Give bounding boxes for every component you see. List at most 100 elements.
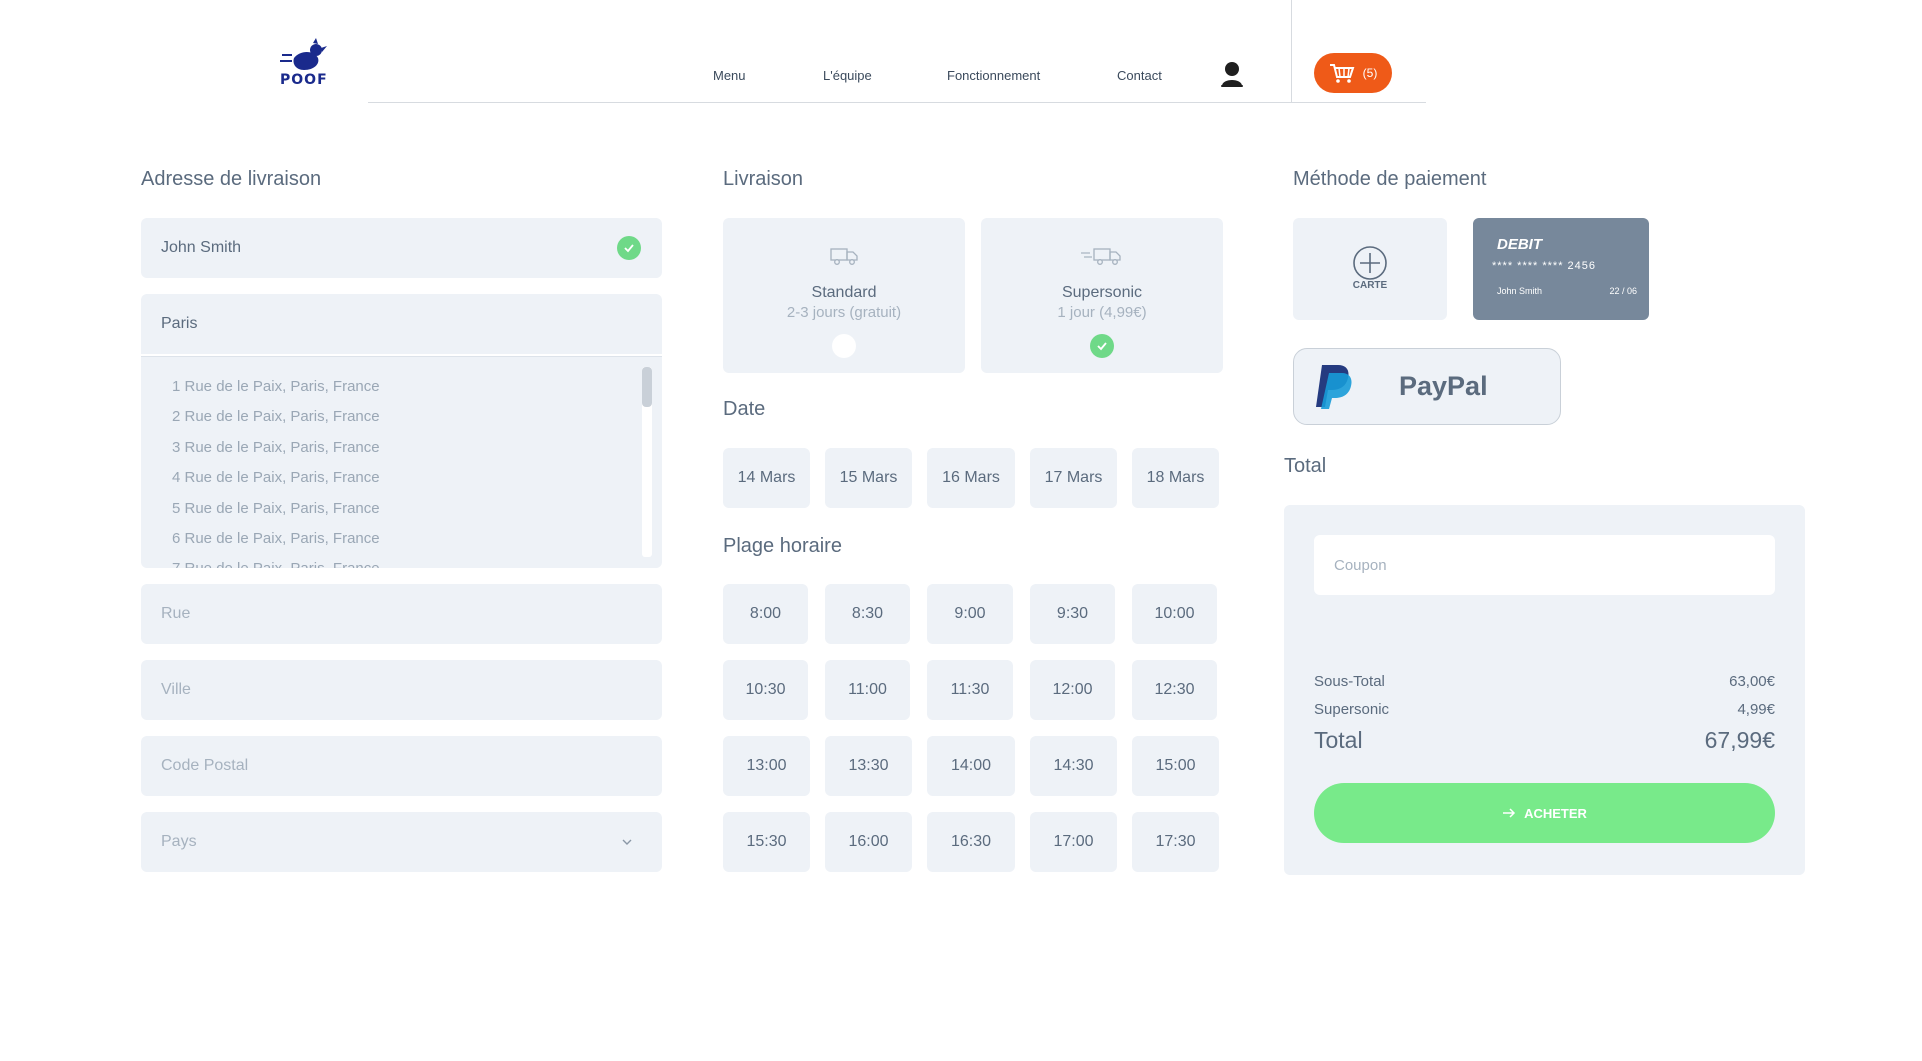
fast-truck-icon <box>1081 248 1121 265</box>
nav-menu[interactable]: Menu <box>713 68 746 83</box>
total-value: 67,99€ <box>1704 727 1775 753</box>
suggestion-item[interactable]: 3 Rue de le Paix, Paris, France <box>172 439 380 456</box>
buy-button[interactable]: ACHETER <box>1314 783 1775 843</box>
suggestion-item[interactable]: 2 Rue de le Paix, Paris, France <box>172 408 380 425</box>
timeslot-title: Plage horaire <box>723 535 842 557</box>
suggestion-item[interactable]: 7 Rue de le Paix, Paris, France <box>172 560 380 568</box>
timeslot-option[interactable]: 17:30 <box>1132 812 1219 872</box>
suggestion-item[interactable]: 4 Rue de le Paix, Paris, France <box>172 469 380 486</box>
delivery-standard-name: Standard <box>811 284 877 301</box>
user-icon[interactable] <box>1218 60 1246 88</box>
order-summary: Sous-Total 63,00€ Supersonic 4,99€ Total… <box>1284 505 1805 875</box>
delivery-standard-option[interactable]: Standard 2-3 jours (gratuit) <box>723 218 965 373</box>
nav-how-it-works[interactable]: Fonctionnement <box>947 68 1040 83</box>
check-icon <box>617 236 641 260</box>
delivery-supersonic-name: Supersonic <box>1061 284 1143 301</box>
total-title: Total <box>1284 455 1327 477</box>
paypal-logo-icon <box>1316 365 1352 409</box>
timeslot-option[interactable]: 11:30 <box>927 660 1013 720</box>
timeslot-option[interactable]: 13:30 <box>825 736 912 796</box>
timeslot-option[interactable]: 16:00 <box>825 812 912 872</box>
check-icon <box>1097 342 1107 351</box>
street-input[interactable] <box>161 605 662 623</box>
timeslot-option[interactable]: 11:00 <box>825 660 910 720</box>
date-option[interactable]: 14 Mars <box>723 448 810 508</box>
street-field[interactable] <box>141 584 662 644</box>
card-expiry: 22 / 06 <box>1609 286 1637 296</box>
zip-input[interactable] <box>161 757 662 775</box>
timeslot-option[interactable]: 12:30 <box>1132 660 1217 720</box>
date-option[interactable]: 17 Mars <box>1030 448 1117 508</box>
suggestion-item[interactable]: 5 Rue de le Paix, Paris, France <box>172 500 380 517</box>
date-title: Date <box>723 398 766 420</box>
shipping-value: 4,99€ <box>1737 701 1775 718</box>
name-field[interactable]: John Smith <box>141 218 662 278</box>
debit-card[interactable]: DEBIT **** **** **** 2456 John Smith 22 … <box>1473 218 1649 320</box>
timeslot-option[interactable]: 17:00 <box>1030 812 1117 872</box>
timeslot-option[interactable]: 9:30 <box>1030 584 1115 644</box>
address-suggestions-list[interactable]: 1 Rue de le Paix, Paris, France 2 Rue de… <box>141 356 662 568</box>
country-placeholder: Pays <box>161 833 197 850</box>
nav-divider <box>368 102 1426 103</box>
total-label: Total <box>1314 727 1363 753</box>
card-brand: DEBIT <box>1497 236 1542 253</box>
town-input[interactable] <box>161 681 662 699</box>
timeslot-option[interactable]: 10:30 <box>723 660 808 720</box>
coupon-input[interactable] <box>1334 556 1775 574</box>
timeslot-option[interactable]: 14:30 <box>1030 736 1117 796</box>
timeslot-option[interactable]: 8:30 <box>825 584 910 644</box>
country-select[interactable]: Pays <box>141 812 662 872</box>
delivery-standard-detail: 2-3 jours (gratuit) <box>786 304 902 321</box>
subtotal-row: Sous-Total 63,00€ <box>1314 673 1775 690</box>
delivery-title: Livraison <box>723 168 804 190</box>
buy-label: ACHETER <box>1524 805 1587 821</box>
shipping-label: Supersonic <box>1314 701 1390 718</box>
arrow-right-icon <box>1503 808 1516 818</box>
timeslot-option[interactable]: 16:30 <box>927 812 1015 872</box>
radio-unchecked[interactable] <box>832 334 856 358</box>
shipping-row: Supersonic 4,99€ <box>1314 701 1775 718</box>
date-option[interactable]: 18 Mars <box>1132 448 1219 508</box>
truck-icon <box>830 248 858 265</box>
address-title: Adresse de livraison <box>141 168 322 190</box>
timeslot-option[interactable]: 15:30 <box>723 812 810 872</box>
suggestion-item[interactable]: 6 Rue de le Paix, Paris, France <box>172 530 380 547</box>
add-card-label: CARTE <box>1352 280 1388 291</box>
subtotal-label: Sous-Total <box>1314 673 1385 690</box>
paypal-label: PayPal <box>1399 371 1488 401</box>
scrollbar-thumb[interactable] <box>642 367 652 407</box>
timeslot-option[interactable]: 12:00 <box>1030 660 1115 720</box>
timeslot-option[interactable]: 10:00 <box>1132 584 1217 644</box>
city-autocomplete-field[interactable]: Paris <box>141 294 662 354</box>
paypal-button[interactable]: PayPal <box>1293 348 1561 425</box>
timeslot-option[interactable]: 8:00 <box>723 584 808 644</box>
card-holder: John Smith <box>1497 286 1543 296</box>
add-card-button[interactable]: CARTE <box>1293 218 1447 320</box>
coupon-field[interactable] <box>1314 535 1775 595</box>
chevron-down-icon <box>622 839 632 845</box>
total-row: Total 67,99€ <box>1314 727 1775 754</box>
suggestion-item[interactable]: 1 Rue de le Paix, Paris, France <box>172 378 380 395</box>
plus-circle-icon <box>1353 246 1387 280</box>
radio-checked[interactable] <box>1090 334 1114 358</box>
card-number: **** **** **** 2456 <box>1492 260 1597 272</box>
zip-field[interactable] <box>141 736 662 796</box>
payment-title: Méthode de paiement <box>1293 168 1487 190</box>
delivery-supersonic-option[interactable]: Supersonic 1 jour (4,99€) <box>981 218 1223 373</box>
nav-contact[interactable]: Contact <box>1117 68 1162 83</box>
town-field[interactable] <box>141 660 662 720</box>
cart-button[interactable]: (5) <box>1314 53 1392 93</box>
nav-team[interactable]: L'équipe <box>823 68 872 83</box>
nav-vertical-divider <box>1291 0 1292 103</box>
logo-text: POOF <box>280 72 328 88</box>
timeslot-option[interactable]: 14:00 <box>927 736 1015 796</box>
timeslot-option[interactable]: 13:00 <box>723 736 810 796</box>
date-option[interactable]: 16 Mars <box>927 448 1015 508</box>
date-option[interactable]: 15 Mars <box>825 448 912 508</box>
delivery-supersonic-detail: 1 jour (4,99€) <box>1057 304 1147 321</box>
city-value: Paris <box>161 315 198 332</box>
timeslot-option[interactable]: 15:00 <box>1132 736 1219 796</box>
cart-count: (5) <box>1362 66 1378 80</box>
timeslot-option[interactable]: 9:00 <box>927 584 1013 644</box>
cart-icon <box>1329 64 1355 83</box>
